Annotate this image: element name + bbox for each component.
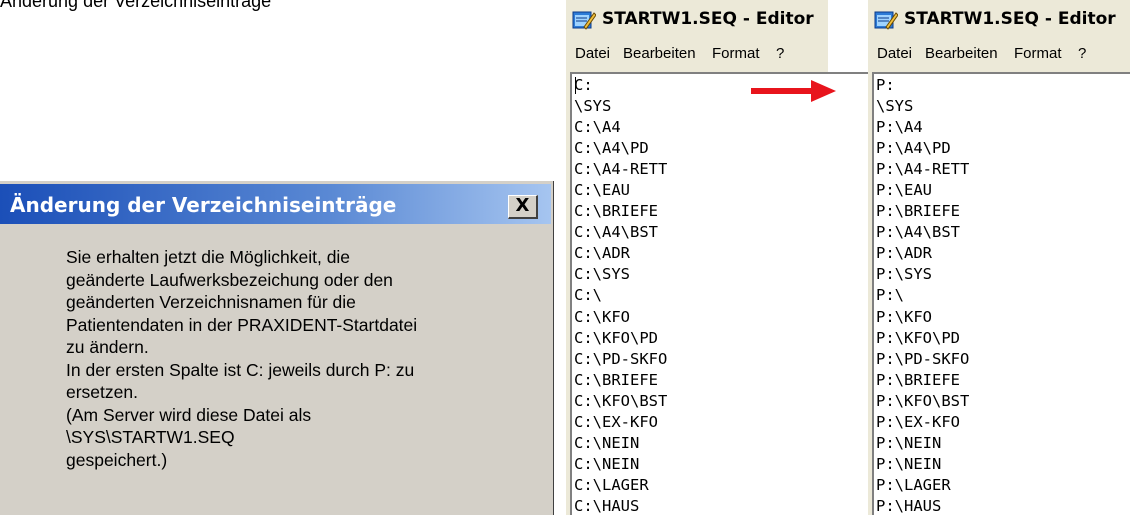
- editor-window-after: STARTW1.SEQ - Editor Datei Bearbeiten Fo…: [868, 0, 1130, 515]
- message-line: geänderte Laufwerksbezeichung oder den: [66, 269, 393, 290]
- editor-lines: P: \SYS P:\A4 P:\A4\PD P:\A4-RETT P:\EAU…: [876, 75, 969, 517]
- close-icon: X: [515, 195, 530, 216]
- text-line: C:\NEIN: [574, 454, 640, 473]
- text-line: \SYS: [574, 97, 612, 116]
- text-line: P:\EAU: [876, 181, 932, 200]
- text-line: C:\NEIN: [574, 433, 640, 452]
- message-line: geänderten Verzeichnisnamen für die: [66, 292, 356, 312]
- text-line: P:\PD-SKFO: [876, 349, 970, 368]
- text-line: P:\KFO\BST: [876, 391, 970, 410]
- text-line: P:\A4: [876, 118, 923, 137]
- message-line: ersetzen.: [66, 382, 138, 402]
- text-line: P:\NEIN: [876, 433, 942, 452]
- top-caption: Änderung der Verzeichniseinträge: [0, 0, 272, 11]
- close-button[interactable]: X: [508, 195, 538, 219]
- text-line: C:\EX-KFO: [574, 412, 658, 431]
- message-line: Sie erhalten jetzt die Möglichkeit, die: [66, 247, 351, 267]
- dialog-title: Änderung der Verzeichniseinträge: [10, 193, 397, 217]
- text-line: C:\LAGER: [574, 475, 649, 494]
- menu-help[interactable]: ?: [776, 45, 784, 62]
- text-line: C:\HAUS: [574, 496, 640, 515]
- text-line: P:\EX-KFO: [876, 412, 960, 431]
- text-line: P:\HAUS: [876, 496, 942, 515]
- text-line: C:\PD-SKFO: [574, 349, 668, 368]
- menu-help[interactable]: ?: [1078, 45, 1086, 62]
- editor-title: STARTW1.SEQ - Editor: [904, 9, 1116, 29]
- text-line: \SYS: [876, 97, 914, 116]
- text-line: P:\SYS: [876, 265, 932, 284]
- text-line: C:\KFO\PD: [574, 328, 658, 347]
- text-line: C:\EAU: [574, 181, 630, 200]
- message-line: gespeichert.): [66, 449, 168, 470]
- text-line: C:: [574, 76, 593, 94]
- text-line: C:\A4\BST: [574, 223, 658, 242]
- editor-text-area[interactable]: C: \SYS C:\A4 C:\A4\PD C:\A4-RETT C:\EAU…: [570, 72, 870, 515]
- text-line: P:\A4\BST: [876, 223, 960, 242]
- text-line: C:\KFO: [574, 307, 630, 326]
- editor-text-area[interactable]: P: \SYS P:\A4 P:\A4\PD P:\A4-RETT P:\EAU…: [872, 72, 1130, 515]
- text-line: C:\ADR: [574, 244, 630, 263]
- editor-titlebar[interactable]: STARTW1.SEQ - Editor: [868, 0, 1130, 40]
- text-line: P:\ADR: [876, 244, 932, 263]
- text-line: P:\A4\PD: [876, 139, 951, 158]
- dialog-titlebar[interactable]: Änderung der Verzeichniseinträge X: [0, 184, 551, 224]
- message-line: \SYS\STARTW1.SEQ: [66, 427, 235, 447]
- menu-bearbeiten[interactable]: Bearbeiten: [623, 45, 696, 62]
- text-line: P:\KFO: [876, 307, 932, 326]
- editor-title: STARTW1.SEQ - Editor: [602, 9, 814, 29]
- text-line: C:\BRIEFE: [574, 202, 658, 221]
- text-line: P:\KFO\PD: [876, 328, 960, 347]
- text-line: C:\A4-RETT: [574, 160, 668, 179]
- text-line: P:\LAGER: [876, 475, 951, 494]
- dialog-message: Sie erhalten jetzt die Möglichkeit, die …: [66, 246, 536, 471]
- notepad-icon: [572, 11, 596, 30]
- message-line: zu ändern.: [66, 337, 149, 357]
- menu-format[interactable]: Format: [712, 45, 760, 62]
- text-line: P:: [876, 76, 895, 94]
- menubar: Datei Bearbeiten Format ?: [868, 40, 1130, 67]
- text-line: P:\BRIEFE: [876, 202, 960, 221]
- editor-titlebar[interactable]: STARTW1.SEQ - Editor: [566, 0, 828, 40]
- menu-format[interactable]: Format: [1014, 45, 1062, 62]
- menu-datei[interactable]: Datei: [877, 45, 912, 62]
- text-line: C:\BRIEFE: [574, 370, 658, 389]
- message-line: In der ersten Spalte ist C: jeweils durc…: [66, 359, 415, 380]
- menu-bearbeiten[interactable]: Bearbeiten: [925, 45, 998, 62]
- text-line: P:\BRIEFE: [876, 370, 960, 389]
- text-line: C:\: [574, 286, 602, 305]
- text-line: C:\KFO\BST: [574, 391, 668, 410]
- change-dialog: Änderung der Verzeichniseinträge X Sie e…: [0, 181, 554, 515]
- menubar: Datei Bearbeiten Format ?: [566, 40, 828, 67]
- menu-datei[interactable]: Datei: [575, 45, 610, 62]
- editor-lines: C: \SYS C:\A4 C:\A4\PD C:\A4-RETT C:\EAU…: [574, 75, 667, 517]
- notepad-icon: [874, 11, 898, 30]
- red-arrow-icon: [751, 80, 836, 102]
- text-line: C:\A4\PD: [574, 139, 649, 158]
- message-line: (Am Server wird diese Datei als: [66, 404, 312, 425]
- text-line: P:\A4-RETT: [876, 160, 970, 179]
- message-line: Patientendaten in der PRAXIDENT-Startdat…: [66, 314, 418, 335]
- text-line: P:\: [876, 286, 904, 305]
- editor-window-before: STARTW1.SEQ - Editor Datei Bearbeiten Fo…: [566, 0, 870, 515]
- text-line: P:\NEIN: [876, 454, 942, 473]
- text-line: C:\SYS: [574, 265, 630, 284]
- text-line: C:\A4: [574, 118, 621, 137]
